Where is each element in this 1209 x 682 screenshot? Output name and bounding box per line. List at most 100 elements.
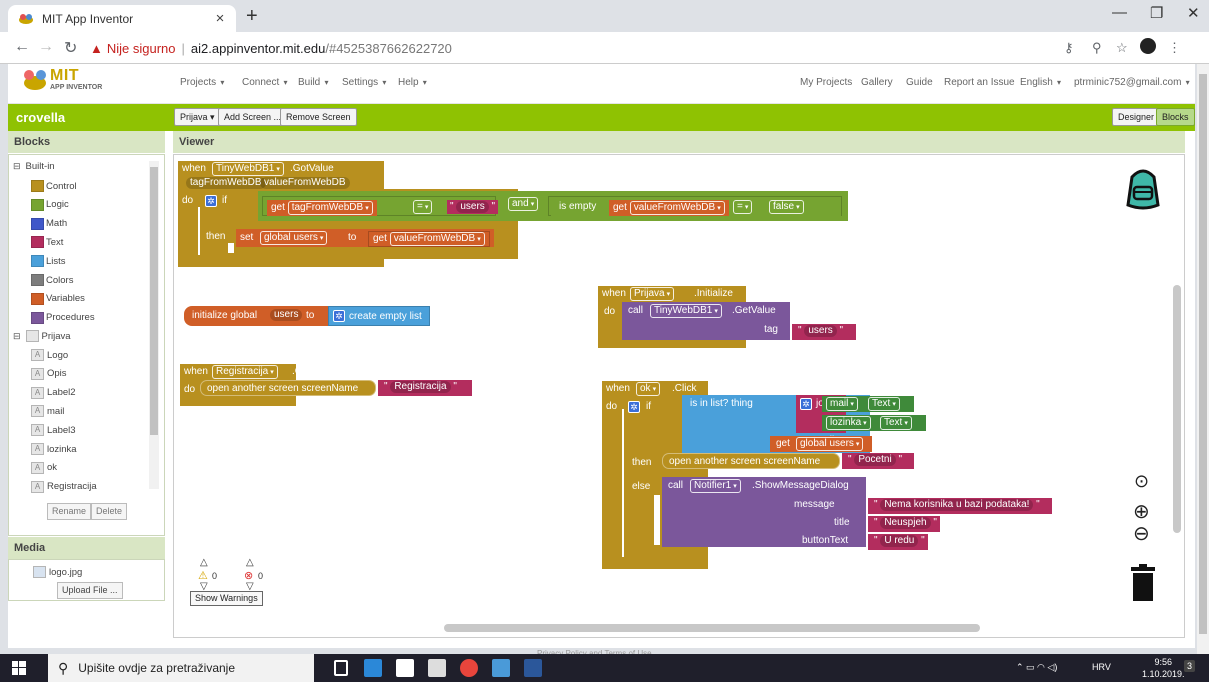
component-label2[interactable]: A Label2 [31, 386, 76, 399]
remove-screen-button[interactable]: Remove Screen [280, 108, 357, 126]
text-users-block-2[interactable]: " users " [792, 324, 856, 340]
event-block-prijava-init[interactable]: when Prijava ▾ .Initialize do call TinyWe… [598, 286, 856, 348]
trash-icon[interactable] [1128, 563, 1158, 603]
eq-dropdown-2[interactable]: = ▾ [733, 200, 753, 214]
forward-icon[interactable]: → [38, 38, 54, 56]
builtin-procedures[interactable]: Procedures [31, 311, 95, 324]
menu-build[interactable]: Build ▾ [298, 77, 329, 88]
get-value-block[interactable]: get valueFromWebDB ▾ [609, 200, 729, 216]
var-dropdown[interactable]: global users ▾ [796, 437, 864, 451]
collapse-icon[interactable]: ⊟ [13, 161, 21, 172]
mutator-gear-icon[interactable]: ✲ [333, 310, 345, 322]
global-name[interactable]: users [270, 309, 303, 321]
property-dropdown[interactable]: Text ▾ [880, 416, 912, 430]
file-explorer-icon[interactable] [364, 659, 382, 677]
lozinka-text-block[interactable]: lozinka ▾ Text ▾ [822, 415, 926, 431]
tree-screen[interactable]: ⊟ Prijava [13, 330, 71, 342]
menu-account[interactable]: ptrminic752@gmail.com ▾ [1074, 77, 1190, 88]
tray-icons[interactable]: ⌃ ▭ ◠ ◁) [1016, 662, 1057, 673]
mutator-gear-icon[interactable]: ✲ [800, 398, 812, 410]
builtin-variables[interactable]: Variables [31, 292, 85, 305]
builtin-logic[interactable]: Logic [31, 198, 69, 211]
link-gallery[interactable]: Gallery [861, 77, 893, 88]
mutator-gear-icon[interactable]: ✲ [628, 401, 640, 413]
var-dropdown[interactable]: valueFromWebDB ▾ [629, 201, 725, 215]
language-indicator[interactable]: HRV [1092, 662, 1111, 672]
var-dropdown[interactable]: global users ▾ [260, 231, 328, 245]
get-value-block-2[interactable]: get valueFromWebDB ▾ [368, 231, 490, 247]
false-dropdown[interactable]: false ▾ [769, 200, 804, 214]
builtin-lists[interactable]: Lists [31, 255, 66, 268]
text-users-block[interactable]: " users " [447, 200, 499, 214]
init-global-block[interactable]: initialize global users to ✲ create empt… [184, 306, 430, 326]
upload-file-button[interactable]: Upload File ... [57, 582, 123, 599]
text-title-block[interactable]: " Neuspjeh " [868, 516, 940, 532]
component-dropdown[interactable]: Registracija ▾ [212, 365, 278, 379]
component-ok[interactable]: Aok [31, 461, 57, 474]
builtin-math[interactable]: Math [31, 217, 67, 230]
screen-select[interactable]: Prijava ▾ [174, 108, 221, 126]
param-tag[interactable]: tagFromWebDB [186, 177, 266, 189]
back-icon[interactable]: ← [14, 38, 30, 56]
taskbar-clock[interactable]: 9:56 1.10.2019. [1142, 656, 1185, 680]
component-dropdown[interactable]: Notifier1 ▾ [690, 479, 741, 493]
link-my-projects[interactable]: My Projects [800, 77, 852, 88]
workspace-vscroll[interactable] [1173, 285, 1181, 533]
builtin-colors[interactable]: Colors [31, 274, 73, 286]
text-message-block[interactable]: " Nema korisnika u bazi podataka! " [868, 498, 1052, 514]
mail-icon[interactable] [428, 659, 446, 677]
collapse-icon[interactable]: ⊟ [13, 331, 21, 342]
link-report-issue[interactable]: Report an Issue [944, 77, 1015, 88]
chrome-icon[interactable] [460, 659, 478, 677]
mail-text-block[interactable]: mail ▾ Text ▾ [822, 396, 914, 412]
page-scrollbar[interactable] [1197, 64, 1209, 654]
component-dropdown[interactable]: ok ▾ [636, 382, 661, 396]
store-icon[interactable] [396, 659, 414, 677]
show-warnings-button[interactable]: Show Warnings [190, 591, 263, 606]
eq-dropdown[interactable]: = ▾ [413, 200, 433, 214]
call-getvalue-block[interactable]: call TinyWebDB1 ▾ .GetValue tag [622, 302, 790, 340]
component-dropdown[interactable]: TinyWebDB1 ▾ [650, 304, 722, 318]
link-guide[interactable]: Guide [906, 77, 933, 88]
blocks-workspace[interactable]: when TinyWebDB1 ▾ .GotValue tagFromWebDB … [173, 154, 1185, 638]
windows-start-icon[interactable] [12, 661, 26, 675]
and-block[interactable]: get tagFromWebDB ▾ = ▾ " users " and ▾ is e… [258, 191, 848, 221]
notification-badge[interactable]: 3 [1184, 660, 1196, 672]
close-window-icon[interactable]: ✕ [1187, 4, 1200, 22]
component-opis[interactable]: A Opis [31, 367, 67, 380]
menu-help[interactable]: Help ▾ [398, 77, 427, 88]
component-dropdown[interactable]: TinyWebDB1 ▾ [212, 162, 284, 176]
menu-connect[interactable]: Connect ▾ [242, 77, 288, 88]
menu-projects[interactable]: Projects ▾ [180, 77, 224, 88]
component-dropdown[interactable]: Prijava ▾ [630, 287, 675, 301]
zoom-out-icon[interactable]: ⊖ [1133, 521, 1150, 546]
get-tag-block[interactable]: get tagFromWebDB ▾ [267, 200, 377, 216]
add-screen-button[interactable]: Add Screen ... [218, 108, 288, 126]
builtin-text[interactable]: Text [31, 236, 63, 249]
reload-icon[interactable]: ↻ [64, 38, 77, 58]
component-mail[interactable]: Amail [31, 405, 64, 418]
center-workspace-icon[interactable]: ⊙ [1134, 471, 1149, 492]
open-screen-block[interactable]: open another screen screenName [200, 380, 376, 396]
errors-up-arrow-icon[interactable]: △ [246, 557, 254, 568]
task-view-icon[interactable] [334, 660, 348, 676]
bookmark-star-icon[interactable]: ☆ [1116, 40, 1128, 56]
minimize-icon[interactable]: — [1112, 4, 1127, 21]
compare-block-2[interactable]: is empty get valueFromWebDB ▾ = ▾ false ▾ [548, 196, 842, 217]
taskbar-search[interactable]: ⚲ Upišite ovdje za pretraživanje [48, 654, 314, 682]
blocks-button[interactable]: Blocks [1156, 108, 1195, 126]
new-tab-button[interactable]: + [246, 6, 258, 26]
component-lozinka[interactable]: Alozinka [31, 443, 77, 455]
address-bar[interactable]: ▲ Nije sigurno | ai2.appinventor.mit.edu… [90, 36, 1150, 60]
param-value[interactable]: valueFromWebDB [260, 177, 350, 189]
create-empty-list-block[interactable]: ✲ create empty list [328, 306, 430, 326]
property-dropdown[interactable]: Text ▾ [868, 397, 900, 411]
menu-language[interactable]: English ▾ [1020, 77, 1061, 88]
delete-button[interactable]: Delete [91, 503, 128, 520]
compare-block[interactable]: get tagFromWebDB ▾ = ▾ " users " [262, 196, 499, 216]
restore-icon[interactable]: ❐ [1150, 4, 1163, 22]
zoom-icon[interactable]: ⚲ [1092, 40, 1102, 56]
key-icon[interactable]: ⚷ [1064, 40, 1074, 56]
component-registracija[interactable]: A Registracija [31, 480, 97, 493]
builtin-control[interactable]: Control [31, 180, 77, 192]
